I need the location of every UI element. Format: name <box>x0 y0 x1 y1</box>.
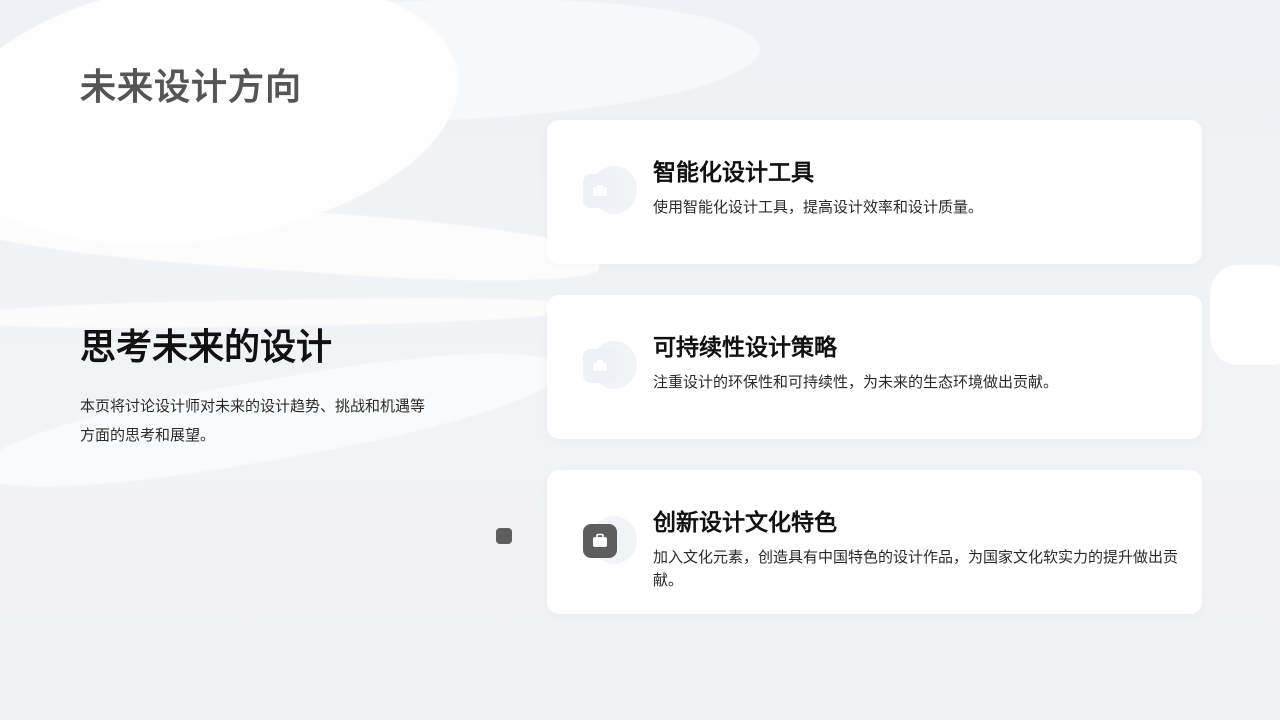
tool-icon <box>581 166 637 216</box>
slide-title: 未来设计方向 <box>80 67 303 108</box>
card-sustainability: 可持续性设计策略 注重设计的环保性和可持续性，为未来的生态环境做出贡献。 <box>547 295 1202 439</box>
slide-nav-button[interactable] <box>496 528 512 544</box>
card-title: 智能化设计工具 <box>653 160 814 186</box>
leaf-icon <box>581 341 637 391</box>
section-description: 本页将讨论设计师对未来的设计趋势、挑战和机遇等方面的思考和展望。 <box>80 397 426 444</box>
card-title: 创新设计文化特色 <box>653 510 837 536</box>
card-description: 注重设计的环保性和可持续性，为未来的生态环境做出贡献。 <box>653 373 1059 391</box>
briefcase-icon <box>581 516 637 566</box>
card-culture: 创新设计文化特色 加入文化元素，创造具有中国特色的设计作品，为国家文化软实力的提… <box>547 470 1202 614</box>
card-title: 可持续性设计策略 <box>653 335 837 361</box>
card-description: 加入文化元素，创造具有中国特色的设计作品，为国家文化软实力的提升做出贡献。 <box>653 548 1179 589</box>
section-heading: 思考未来的设计 <box>80 327 333 368</box>
card-smart-tools: 智能化设计工具 使用智能化设计工具，提高设计效率和设计质量。 <box>547 120 1202 264</box>
card-description: 使用智能化设计工具，提高设计效率和设计质量。 <box>653 198 984 216</box>
brush-stroke <box>1210 265 1280 365</box>
